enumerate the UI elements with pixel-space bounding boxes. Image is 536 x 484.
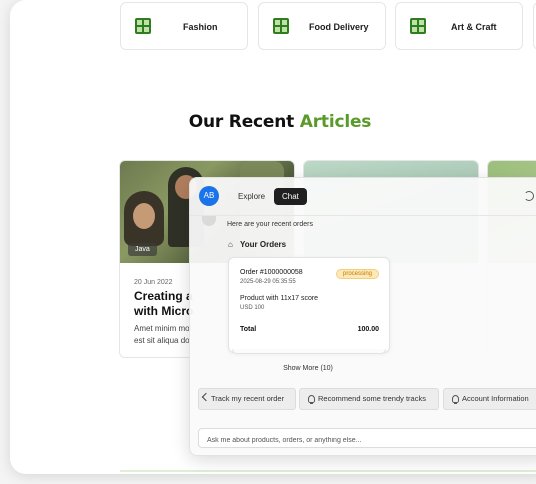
article-date: 20 Jun 2022: [134, 279, 173, 286]
category-label: Food Delivery: [309, 22, 369, 32]
order-card-stack: [232, 349, 386, 354]
suggestion-chip-track-order[interactable]: Track my recent order: [198, 388, 296, 410]
chip-label: Recommend some trendy tracks: [318, 394, 426, 403]
order-card[interactable]: Order #1000000058 2025-08-29 05:35:55 pr…: [228, 257, 390, 353]
chevron-left-icon[interactable]: [201, 392, 211, 402]
lightbulb-icon: [452, 395, 459, 404]
suggestion-chip-account[interactable]: Account Information: [443, 388, 536, 410]
chip-label: Track my recent order: [211, 394, 285, 403]
order-total-value: 100.00: [357, 326, 379, 333]
category-card-art-craft[interactable]: Art & Craft: [395, 2, 523, 50]
category-label: Fashion: [183, 22, 218, 32]
chat-input[interactable]: [198, 428, 536, 450]
show-more-button[interactable]: Show More (10): [268, 365, 348, 372]
orders-title: Your Orders: [240, 240, 287, 249]
assistant-message: Here are your recent orders: [227, 221, 313, 228]
suggestion-chip-recommend[interactable]: Recommend some trendy tracks: [299, 388, 439, 410]
category-card-food-delivery[interactable]: Food Delivery: [258, 2, 386, 50]
lightbulb-icon: [308, 395, 315, 404]
divider: [120, 470, 536, 472]
grid-icon: [273, 18, 289, 34]
grid-icon: [410, 18, 426, 34]
order-product: Product with 11x17 score: [240, 295, 319, 302]
grid-icon: [135, 18, 151, 34]
tab-chat[interactable]: Chat: [274, 188, 307, 205]
header-divider: [190, 215, 536, 216]
avatar[interactable]: AB: [199, 186, 219, 206]
assistant-icon: [202, 216, 216, 226]
category-card-fashion[interactable]: Fashion: [120, 2, 248, 50]
order-date: 2025-08-29 05:35:55: [240, 279, 296, 285]
order-number: Order #1000000058: [240, 269, 303, 276]
category-label: Art & Craft: [451, 22, 497, 32]
order-price: USD 100: [240, 305, 265, 311]
status-badge: processing: [335, 269, 379, 279]
chat-input-field[interactable]: [205, 431, 536, 450]
order-total-label: Total: [240, 326, 257, 333]
box-icon: ⌂: [228, 240, 233, 249]
tab-explore[interactable]: Explore: [230, 188, 273, 205]
chip-label: Account Information: [462, 394, 529, 403]
article-tag[interactable]: Java: [128, 243, 157, 256]
history-icon[interactable]: [524, 191, 534, 201]
chat-panel: AB Explore Chat Here are your recent ord…: [189, 177, 536, 456]
section-heading: Our Recent Articles: [188, 112, 372, 132]
